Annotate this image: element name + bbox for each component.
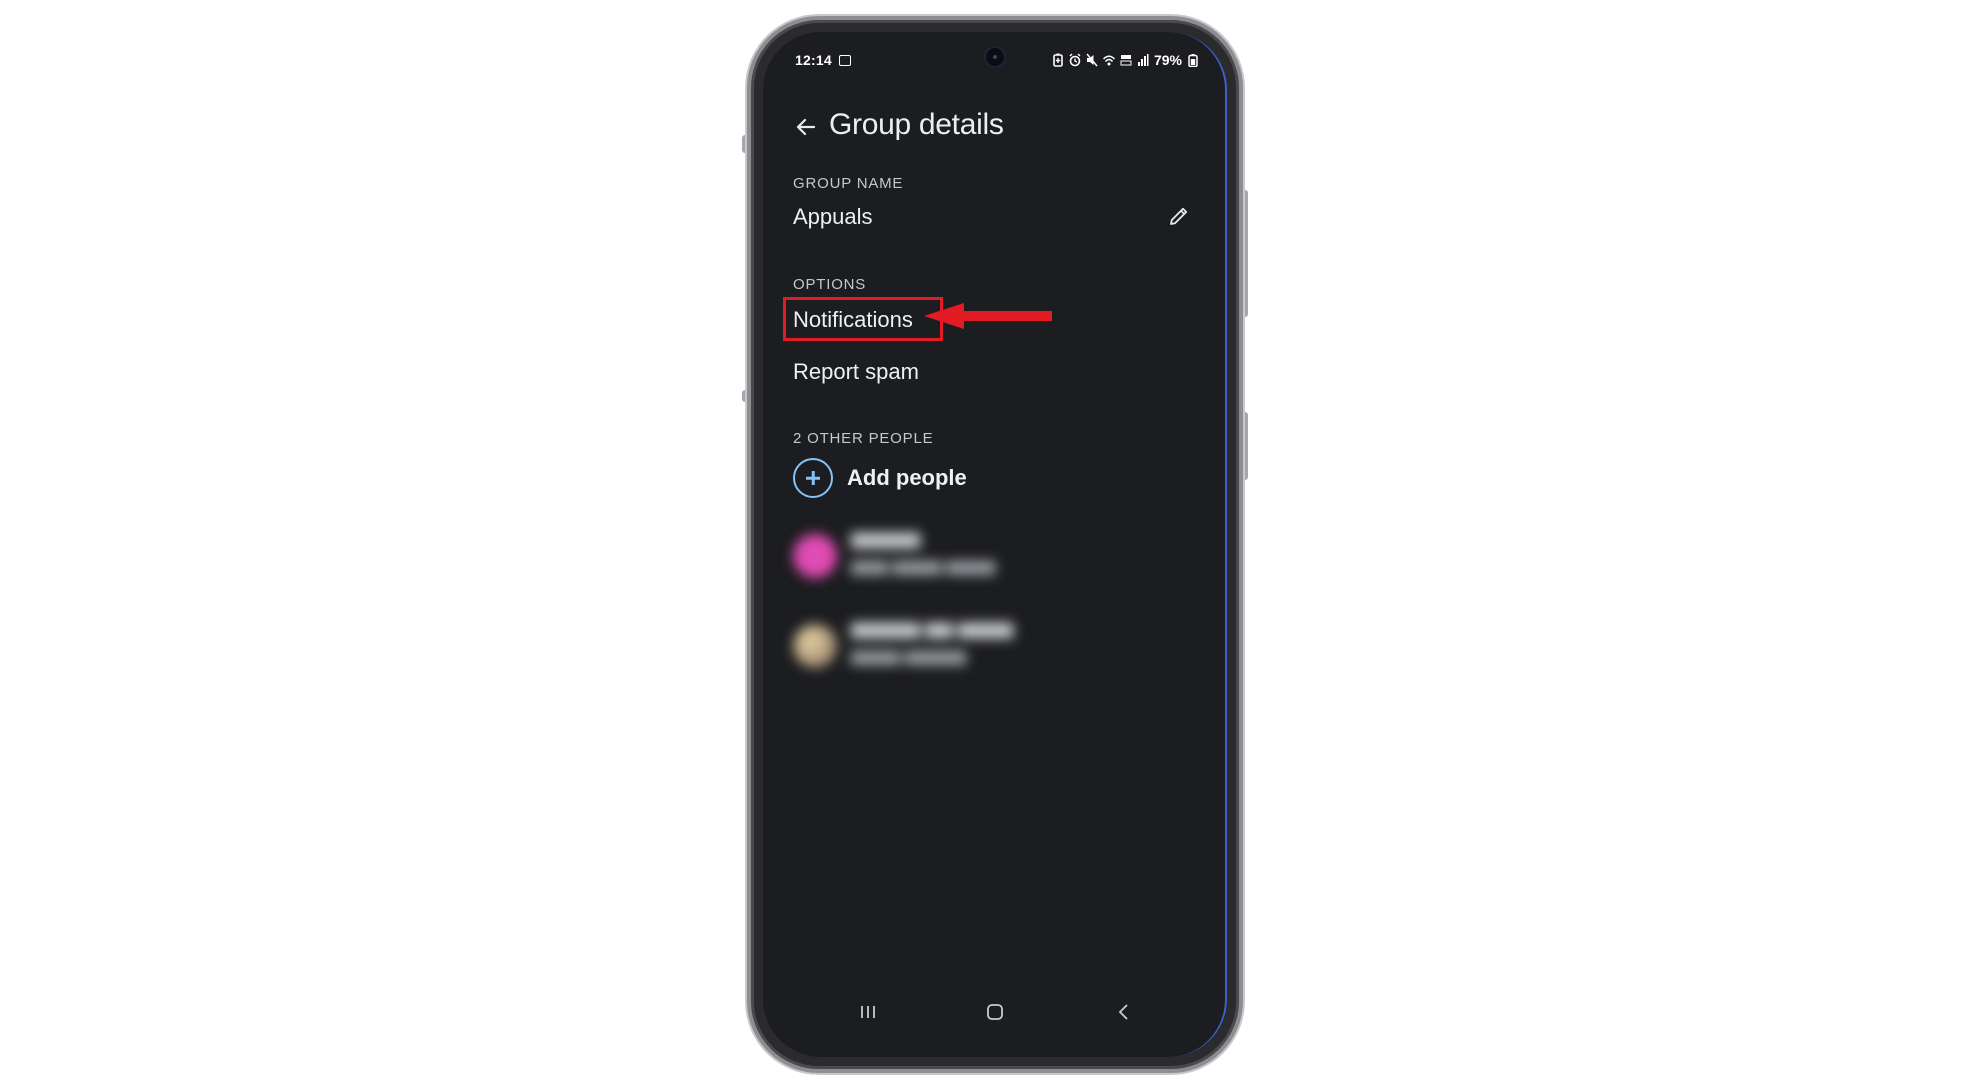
phone-screen: 12:14 79% Group details GROUP NAME Appua… — [763, 32, 1227, 1057]
status-icons: 79% — [1052, 52, 1199, 68]
contact-name-blurred: ▆▆▆▆▆ — [851, 528, 921, 548]
notifications-highlight-box — [783, 297, 943, 341]
add-circle-icon — [793, 458, 833, 498]
group-name-value: Appuals — [793, 204, 873, 229]
add-people-label: Add people — [847, 465, 967, 490]
other-people-section-label: 2 OTHER PEOPLE — [793, 430, 934, 447]
battery-percent: 79% — [1153, 52, 1182, 68]
battery-saver-icon — [1052, 53, 1064, 67]
mute-icon — [1086, 53, 1098, 67]
page-title: Group details — [829, 108, 1004, 141]
system-nav-bar — [763, 992, 1225, 1032]
status-time: 12:14 — [795, 52, 832, 68]
status-bar: 12:14 79% — [795, 50, 1199, 74]
group-name-section-label: GROUP NAME — [793, 175, 904, 192]
wifi-icon — [1102, 53, 1115, 67]
red-arrow-annotation-icon — [924, 303, 1052, 329]
back-arrow-icon[interactable] — [793, 114, 819, 140]
back-nav-icon[interactable] — [1110, 998, 1138, 1026]
options-section-label: OPTIONS — [793, 276, 867, 293]
recent-apps-icon[interactable] — [854, 998, 882, 1026]
contact-phone-blurred: ▆▆▆▆ ▆▆▆▆▆ — [851, 648, 967, 665]
battery-icon — [1187, 53, 1199, 67]
report-spam-option[interactable]: Report spam — [793, 359, 919, 385]
contact-name-blurred: ▆▆▆▆▆ ▆▆ ▆▆▆▆ — [851, 618, 1014, 638]
contact-list-item[interactable]: ▆▆▆▆▆ ▆▆▆ ▆▆▆▆ ▆▆▆▆ — [793, 528, 1093, 588]
gallery-icon — [839, 55, 851, 66]
volte-icon — [1120, 53, 1132, 67]
contact-avatar — [793, 534, 837, 578]
stage: 12:14 79% Group details GROUP NAME Appua… — [0, 0, 1980, 1080]
contact-avatar — [793, 624, 837, 668]
app-header: Group details — [763, 102, 1225, 150]
add-people-button[interactable]: Add people — [793, 456, 967, 500]
contact-list-item[interactable]: ▆▆▆▆▆ ▆▆ ▆▆▆▆ ▆▆▆▆ ▆▆▆▆▆ — [793, 618, 1093, 678]
contact-phone-blurred: ▆▆▆ ▆▆▆▆ ▆▆▆▆ — [851, 558, 996, 575]
home-icon[interactable] — [981, 998, 1009, 1026]
signal-icon — [1137, 53, 1149, 67]
alarm-icon — [1069, 53, 1081, 67]
edit-pencil-icon[interactable] — [1168, 205, 1190, 227]
